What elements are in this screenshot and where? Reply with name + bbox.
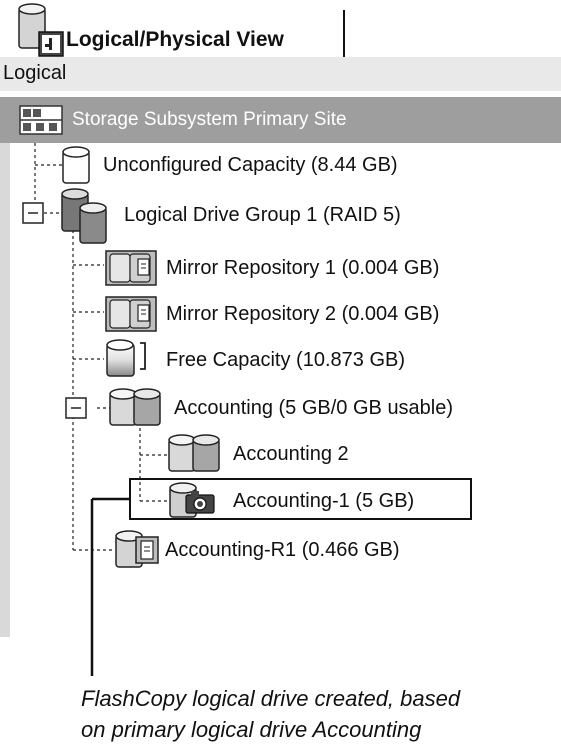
storage-subsystem-icon xyxy=(19,105,63,135)
expander-drive-group-minus-icon[interactable] xyxy=(22,202,44,224)
tree-item-accounting-r1[interactable]: Accounting-R1 (0.466 GB) xyxy=(165,539,400,562)
logical-drive-icon xyxy=(168,434,220,472)
tree-item-accounting-2[interactable]: Accounting 2 xyxy=(233,443,349,466)
highlight-box xyxy=(129,478,472,520)
callout-text: FlashCopy logical drive created, based o… xyxy=(81,683,460,745)
logical-drive-icon xyxy=(109,388,161,426)
tree-item-mirror-repository-1[interactable]: Mirror Repository 1 (0.004 GB) xyxy=(166,257,439,280)
tree-item-mirror-repository-2[interactable]: Mirror Repository 2 (0.004 GB) xyxy=(166,303,439,326)
free-capacity-icon xyxy=(106,339,146,377)
drive-group-icon xyxy=(61,188,107,244)
callout-line-2: on primary logical drive Accounting xyxy=(81,717,422,742)
callout-leader-line xyxy=(90,497,129,676)
tree-item-drive-group[interactable]: Logical Drive Group 1 (RAID 5) xyxy=(124,204,401,227)
unconfigured-capacity-icon xyxy=(62,146,90,184)
tree-item-free-capacity[interactable]: Free Capacity (10.873 GB) xyxy=(166,349,405,372)
mirror-repository-icon xyxy=(105,250,157,286)
tree-item-unconfigured-capacity[interactable]: Unconfigured Capacity (8.44 GB) xyxy=(103,154,398,177)
callout-line-1: FlashCopy logical drive created, based xyxy=(81,686,461,711)
mirror-repository-icon xyxy=(105,296,157,332)
repository-drive-icon xyxy=(115,530,159,568)
tree-item-accounting[interactable]: Accounting (5 GB/0 GB usable) xyxy=(174,397,453,420)
expander-accounting-minus-icon[interactable] xyxy=(65,397,87,419)
tree-root-label: Storage Subsystem Primary Site xyxy=(72,109,347,130)
